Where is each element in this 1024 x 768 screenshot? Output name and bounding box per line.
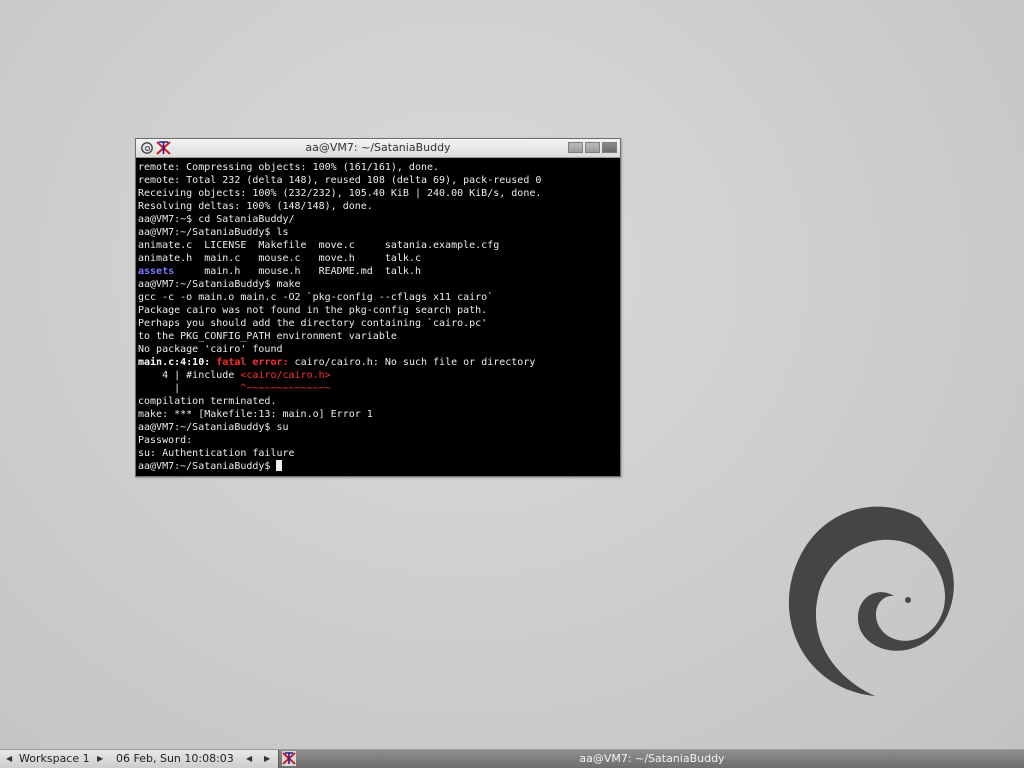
maximize-button[interactable] xyxy=(585,142,600,153)
terminal-line-marker: | ^~~~~~~~~~~~~~~ xyxy=(138,382,619,395)
taskbar-window-button[interactable]: aa@VM7: ~/SataniaBuddy xyxy=(278,750,1024,768)
terminal-line: animate.h main.c mouse.c move.h talk.c xyxy=(138,253,421,264)
fatal-error-label: fatal error: xyxy=(216,357,289,368)
error-location: main.c:4:10: xyxy=(138,357,211,368)
terminal-line: aa@VM7:~/SataniaBuddy$ ls xyxy=(138,227,289,238)
terminal-line: Password: xyxy=(138,435,193,446)
terminal-line-ls-row3: assets main.h mouse.h README.md talk.h xyxy=(138,265,619,278)
include-prefix: 4 | #include xyxy=(138,370,241,381)
terminal-line: compilation terminated. xyxy=(138,396,277,407)
terminal-prompt-line[interactable]: aa@VM7:~/SataniaBuddy$ xyxy=(138,460,619,473)
terminal-line-include: 4 | #include <cairo/cairo.h> xyxy=(138,369,619,382)
taskbar-window-title: aa@VM7: ~/SataniaBuddy xyxy=(579,752,725,765)
terminal-line: Resolving deltas: 100% (148/148), done. xyxy=(138,201,373,212)
assets-directory: assets xyxy=(138,266,175,277)
terminal-line: to the PKG_CONFIG_PATH environment varia… xyxy=(138,331,397,342)
task-prev-arrow-icon[interactable]: ◀ xyxy=(246,754,252,763)
terminal-line: Receiving objects: 100% (232/232), 105.4… xyxy=(138,188,542,199)
terminal-output[interactable]: remote: Compressing objects: 100% (161/1… xyxy=(137,159,619,475)
terminal-line: Perhaps you should add the directory con… xyxy=(138,318,488,329)
text-cursor xyxy=(276,460,283,471)
terminal-line: animate.c LICENSE Makefile move.c satani… xyxy=(138,240,500,251)
terminal-line-fatal-error: main.c:4:10: fatal error: cairo/cairo.h:… xyxy=(138,356,619,369)
window-title: aa@VM7: ~/SataniaBuddy xyxy=(305,141,451,154)
terminal-line: su: Authentication failure xyxy=(138,448,295,459)
error-message: cairo/cairo.h: No such file or directory xyxy=(288,357,536,368)
terminal-line: aa@VM7:~$ cd SataniaBuddy/ xyxy=(138,214,295,225)
workspace-next-arrow-icon[interactable]: ▶ xyxy=(97,754,103,763)
iconify-button[interactable] xyxy=(568,142,583,153)
terminal-line: gcc -c -o main.o main.c -O2 `pkg-config … xyxy=(138,292,494,303)
prompt: aa@VM7:~/SataniaBuddy$ xyxy=(138,461,277,472)
ls-row3-files: main.h mouse.h README.md talk.h xyxy=(174,266,421,277)
terminal-line: aa@VM7:~/SataniaBuddy$ make xyxy=(138,279,301,290)
workspace-label[interactable]: Workspace 1 xyxy=(19,752,90,765)
terminal-line: remote: Compressing objects: 100% (161/1… xyxy=(138,162,440,173)
include-target: <cairo/cairo.h> xyxy=(240,370,331,381)
clock: 06 Feb, Sun 10:08:03 xyxy=(116,752,234,765)
workspace-prev-arrow-icon[interactable]: ◀ xyxy=(6,754,12,763)
close-button[interactable] xyxy=(602,142,617,153)
window-titlebar[interactable]: aa@VM7: ~/SataniaBuddy xyxy=(136,139,620,158)
terminal-line: make: *** [Makefile:13: main.o] Error 1 xyxy=(138,409,373,420)
terminal-line: Package cairo was not found in the pkg-c… xyxy=(138,305,488,316)
terminal-line: No package 'cairo' found xyxy=(138,344,283,355)
marker-prefix: | xyxy=(138,383,241,394)
error-marker: ^~~~~~~~~~~~~~~ xyxy=(240,383,331,394)
task-next-arrow-icon[interactable]: ▶ xyxy=(264,754,270,763)
debian-swirl-logo xyxy=(788,506,954,696)
terminal-line: remote: Total 232 (delta 148), reused 10… xyxy=(138,175,542,186)
terminal-window[interactable]: aa@VM7: ~/SataniaBuddy remote: Compressi… xyxy=(135,138,621,477)
terminal-line: aa@VM7:~/SataniaBuddy$ su xyxy=(138,422,289,433)
taskbar: ◀ Workspace 1 ▶ 06 Feb, Sun 10:08:03 ◀ ▶… xyxy=(0,749,1024,768)
